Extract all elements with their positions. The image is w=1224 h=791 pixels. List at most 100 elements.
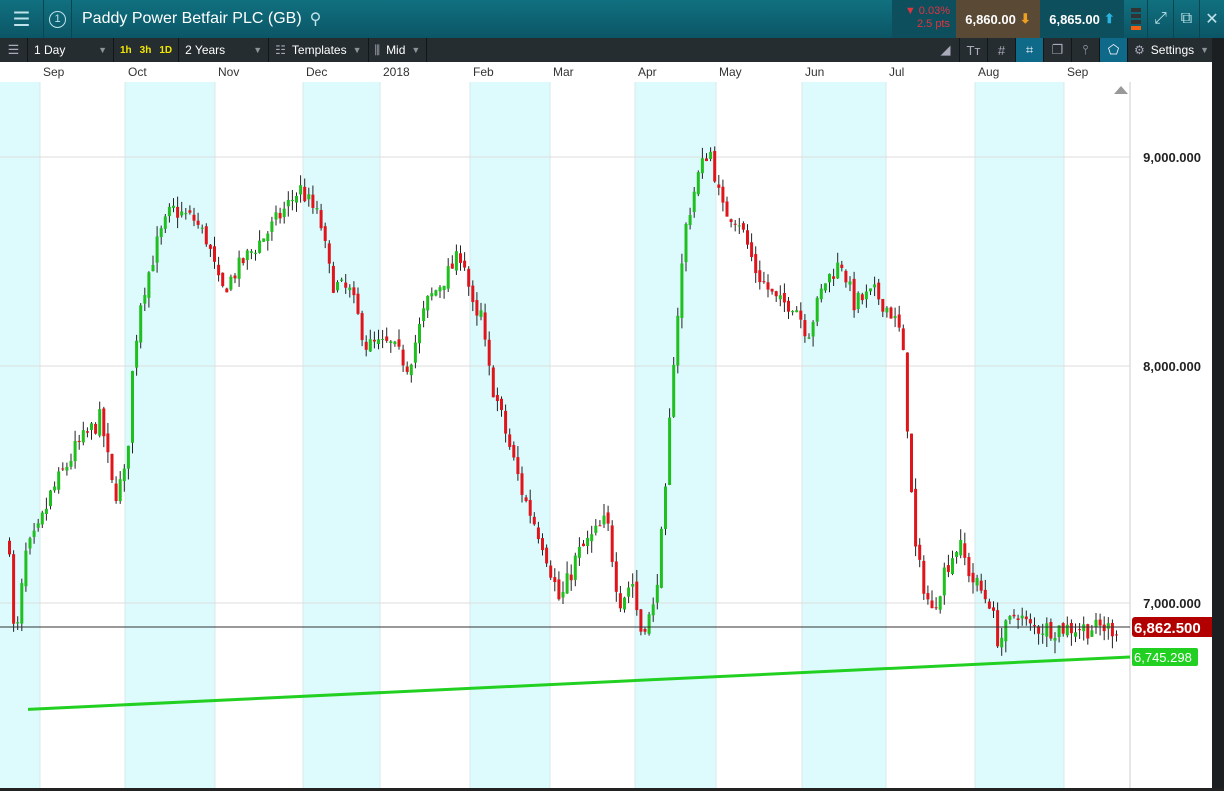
chart-toolbar: ☰ 1 Day ▼ 1h 3h 1D 2 Years ▼ ☷ Templates ▼ ⫼ Mi… xyxy=(0,38,1224,62)
candle-body xyxy=(81,430,85,443)
instrument-title[interactable]: Paddy Power Betfair PLC (GB) ⚲ xyxy=(72,9,892,29)
candle-body xyxy=(713,150,717,182)
candle-body xyxy=(512,444,516,458)
quick-3h[interactable]: 3h xyxy=(136,45,156,56)
candle-body xyxy=(942,567,946,596)
candle-body xyxy=(524,497,528,501)
buy-button[interactable]: 6,865.00 ⬆ xyxy=(1040,0,1124,38)
candle-body xyxy=(85,431,89,433)
candle-body xyxy=(586,537,590,546)
label-tag-icon[interactable]: ⬠ xyxy=(1100,38,1128,62)
price-type-select[interactable]: ⫼ Mid ▼ xyxy=(369,38,428,62)
candle-body xyxy=(659,528,663,588)
candle-body xyxy=(454,251,458,271)
quick-1d[interactable]: 1D xyxy=(155,45,176,56)
candle-body xyxy=(1078,629,1082,631)
candle-body xyxy=(73,441,77,462)
candle-body xyxy=(241,258,245,264)
candle-body xyxy=(434,290,438,296)
candle-body xyxy=(905,352,909,432)
candle-body xyxy=(569,574,573,581)
price-chart[interactable]: 9,000.000 8,000.000 7,000.000 6,862.500 6,74… xyxy=(0,82,1212,788)
popout-icon[interactable]: ⧉ xyxy=(1174,0,1200,38)
sell-button[interactable]: 6,860.00 ⬇ xyxy=(956,0,1040,38)
candle-body xyxy=(286,200,290,207)
drawing-tool-icon[interactable]: ◢ xyxy=(932,38,960,62)
candle-body xyxy=(774,291,778,297)
candle-body xyxy=(832,276,836,279)
candle-body xyxy=(1041,633,1045,635)
candle-body xyxy=(647,614,651,634)
settings-button[interactable]: ⚙ Settings ▼ xyxy=(1128,38,1224,62)
candle-body xyxy=(495,395,499,402)
list-icon[interactable]: ☰ xyxy=(0,38,28,62)
candle-body xyxy=(787,300,790,312)
candle-body xyxy=(352,287,356,296)
candle-body xyxy=(98,409,102,436)
candle-body xyxy=(520,473,524,495)
candle-body xyxy=(413,342,417,363)
trendline-value-label: 6,745.298 xyxy=(1134,650,1192,665)
candle-body xyxy=(217,264,221,276)
menu-icon[interactable]: ☰ xyxy=(0,0,44,38)
layers-icon[interactable]: ❐ xyxy=(1044,38,1072,62)
close-icon[interactable]: ✕ xyxy=(1200,0,1224,38)
candle-body xyxy=(918,544,922,560)
candle-body xyxy=(1049,621,1053,639)
candle-body xyxy=(951,558,954,574)
candle-body xyxy=(545,547,549,564)
scrollbar[interactable] xyxy=(1212,38,1224,791)
candle-body xyxy=(1098,619,1102,626)
quick-1h[interactable]: 1h xyxy=(116,45,136,56)
chevron-down-icon: ▼ xyxy=(352,45,362,55)
candle-body xyxy=(746,230,749,245)
candle-body xyxy=(623,597,626,610)
candle-body xyxy=(754,254,758,274)
candle-body xyxy=(188,210,192,213)
candle-body xyxy=(770,288,774,292)
candle-body xyxy=(311,194,315,208)
candle-body xyxy=(979,580,983,591)
candle-body xyxy=(606,512,610,524)
text-tool-icon[interactable]: Tт xyxy=(960,38,988,62)
candle-body xyxy=(405,366,409,372)
candle-body xyxy=(401,349,405,366)
candle-body xyxy=(356,293,360,314)
candle-body xyxy=(1045,623,1049,637)
month-label: Feb xyxy=(473,65,494,79)
range-select[interactable]: 2 Years ▼ xyxy=(179,38,270,62)
candle-body xyxy=(930,600,934,609)
candle-body xyxy=(1004,620,1008,642)
candle-body xyxy=(893,316,897,319)
candle-body xyxy=(627,587,631,597)
candle-body xyxy=(463,260,467,268)
candle-body xyxy=(208,244,212,249)
candle-body xyxy=(180,211,184,216)
candle-body xyxy=(938,596,942,610)
candle-body xyxy=(655,584,659,603)
candle-body xyxy=(426,295,430,311)
month-label: Mar xyxy=(553,65,574,79)
candle-body xyxy=(807,337,811,339)
candle-body xyxy=(475,300,479,316)
search-icon[interactable]: ⚲ xyxy=(310,9,322,29)
expand-icon[interactable]: ⤢ xyxy=(1148,0,1174,38)
grid-icon[interactable]: # xyxy=(988,38,1016,62)
candle-body xyxy=(1094,619,1098,628)
candle-body xyxy=(57,471,61,490)
candle-body xyxy=(901,328,905,351)
window-number-badge[interactable]: 1 xyxy=(44,0,72,38)
candle-body xyxy=(614,561,618,592)
templates-button[interactable]: ☷ Templates ▼ xyxy=(269,38,369,62)
crosshair-grid-icon[interactable]: ⌗ xyxy=(1016,38,1044,62)
candle-body xyxy=(823,283,827,291)
candle-body xyxy=(557,579,561,600)
month-band xyxy=(0,82,40,788)
month-label: May xyxy=(719,65,742,79)
candle-body xyxy=(782,292,786,303)
candle-body xyxy=(635,581,639,611)
candle-body xyxy=(680,263,684,318)
price-tick-label: 9,000.000 xyxy=(1143,150,1201,165)
interval-select[interactable]: 1 Day ▼ xyxy=(28,38,114,62)
indicator-icon[interactable]: ⫯ xyxy=(1072,38,1100,62)
